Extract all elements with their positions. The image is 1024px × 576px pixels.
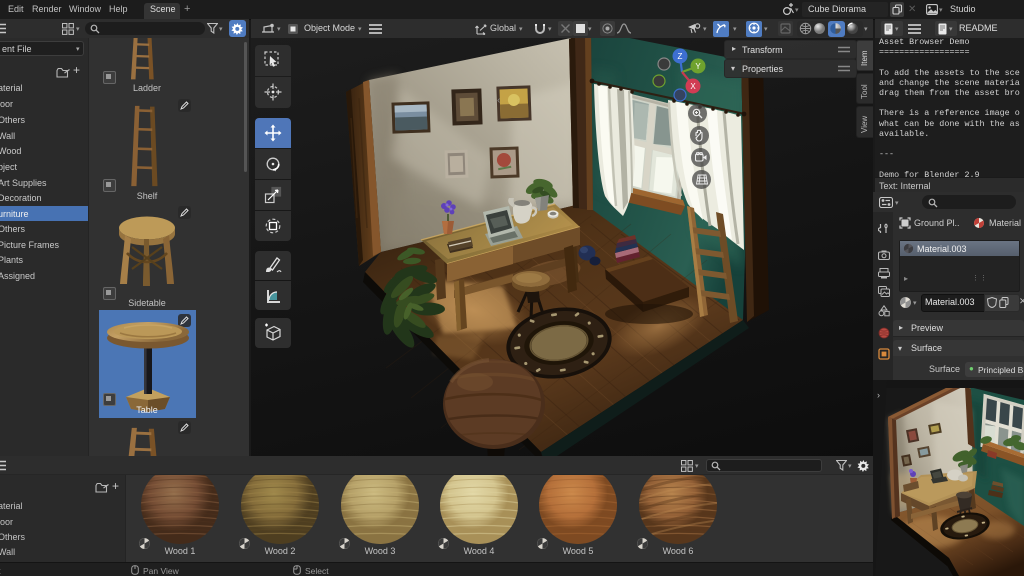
svg-text:Y: Y — [695, 62, 701, 71]
svg-text:X: X — [690, 82, 696, 91]
svg-text:Z: Z — [678, 52, 683, 61]
